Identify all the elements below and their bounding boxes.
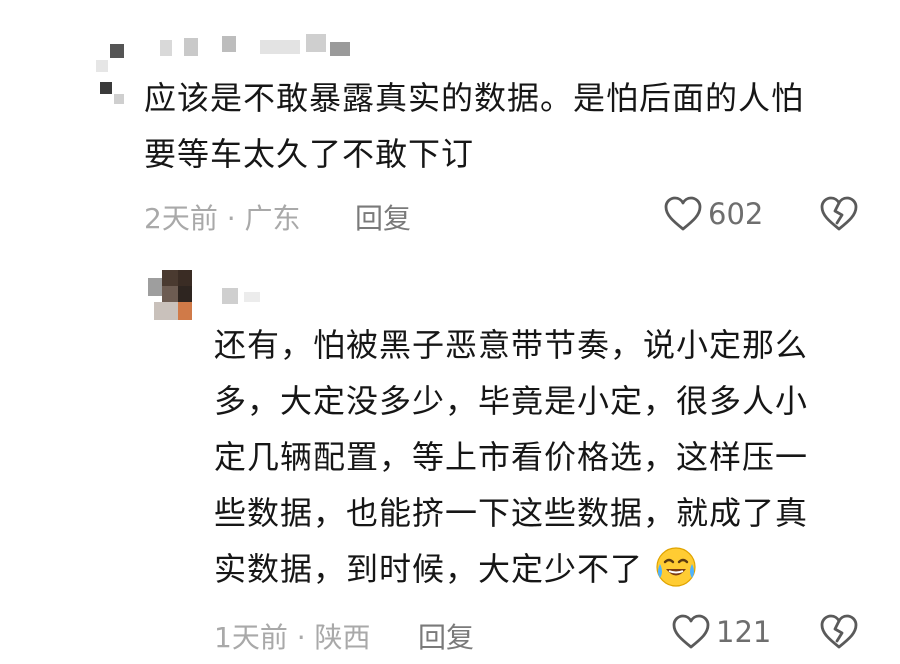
broken-heart-icon [820,196,858,231]
comment-text-line: 多，大定没多少，毕竟是小定，很多人小 [214,382,809,420]
meta-separator: · [296,621,306,654]
meta-separator: · [226,202,236,235]
dislike-button[interactable] [820,196,858,236]
comment-text-line: 些数据，也能挤一下这些数据，就成了真 [214,494,809,532]
comment-text-line: 还有，怕被黑子恶意带节奏，说小定那么 [214,326,809,364]
broken-heart-icon [820,614,858,649]
comment-time: 1天前 [214,621,288,654]
heart-icon [672,614,710,649]
comment-meta: 1天前 · 陕西 [214,616,371,656]
comment-text-segment: 实数据，到时候，大定少不了 [214,550,644,588]
comment-location: 广东 [244,202,301,235]
username[interactable] [160,34,360,60]
reply-button[interactable]: 回复 [355,197,411,237]
like-count: 121 [716,615,772,649]
avatar[interactable] [148,270,194,320]
comment-time: 2天前 [144,202,218,235]
like-button[interactable]: 121 [672,614,771,650]
avatar[interactable] [92,38,132,108]
comment-text: 应该是不敢暴露真实的数据。是怕后面的人怕 要等车太久了不敢下订 [144,70,804,182]
like-count: 602 [708,197,764,231]
crying-laughing-emoji-icon [656,547,696,587]
username[interactable] [222,286,282,312]
heart-icon [664,196,702,231]
comment-location: 陕西 [314,621,371,654]
comment-text-line: 应该是不敢暴露真实的数据。是怕后面的人怕 [144,79,805,117]
comment-text-line: 定几辆配置，等上市看价格选，这样压一 [214,438,809,476]
comment-text: 还有，怕被黑子恶意带节奏，说小定那么 多，大定没多少，毕竟是小定，很多人小 定几… [214,317,808,597]
comment-text-line: 实数据，到时候，大定少不了 [214,541,808,597]
reply-button[interactable]: 回复 [418,616,474,656]
like-button[interactable]: 602 [664,196,763,232]
comment-text-line: 要等车太久了不敢下订 [144,135,475,173]
comment-meta: 2天前 · 广东 [144,197,301,237]
dislike-button[interactable] [820,614,858,654]
